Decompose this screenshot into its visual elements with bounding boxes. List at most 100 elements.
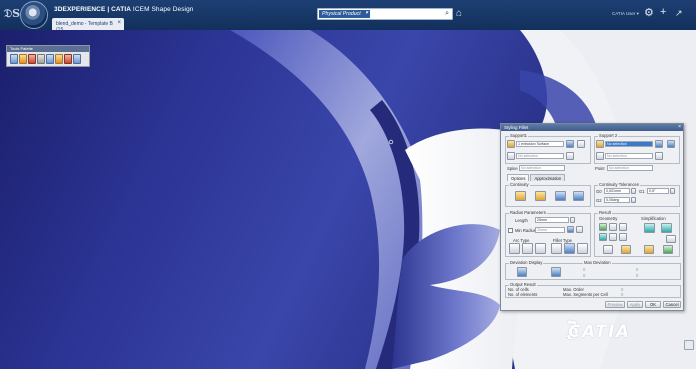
radius-parameters-label: Radius Parameters	[509, 210, 547, 215]
support2-extra-icon[interactable]	[596, 152, 604, 160]
fillet-type-constant-icon[interactable]	[564, 243, 575, 254]
support2-options-button[interactable]	[655, 140, 663, 148]
continuity-g3-icon[interactable]	[573, 191, 584, 201]
ds-logo-icon[interactable]: 𝔇S	[4, 7, 20, 21]
support1-field[interactable]: 1 extrusion Surface	[516, 141, 564, 147]
tools-palette[interactable]: Tools Palette	[6, 45, 90, 67]
ok-button[interactable]: OK	[645, 301, 661, 308]
close-tab-icon[interactable]: ×	[117, 20, 121, 26]
g1-spinner[interactable]	[670, 188, 675, 194]
compass-icon[interactable]	[20, 1, 48, 29]
g0-spinner[interactable]	[631, 188, 636, 194]
result-option-icon-3[interactable]	[644, 245, 654, 254]
result-option-icon-1[interactable]	[603, 245, 613, 254]
geometry-trim-icon[interactable]	[599, 223, 607, 231]
fillet-type-chordal-icon[interactable]	[577, 243, 588, 254]
apply-button[interactable]: Apply	[627, 301, 643, 308]
fillet-type-variable-icon[interactable]	[551, 243, 562, 254]
point-label: Point	[595, 166, 605, 171]
spine-field[interactable]: No selection	[519, 165, 565, 171]
support2-field[interactable]: No selection	[605, 141, 653, 147]
surface-tool-icon[interactable]	[55, 54, 63, 64]
geometry-keep-icon[interactable]	[619, 233, 627, 241]
min-radius-tool-icon[interactable]	[567, 226, 574, 233]
deviation-frame	[505, 263, 681, 280]
min-radius-checkbox[interactable]	[508, 228, 513, 233]
deviation-display-icon[interactable]	[517, 267, 527, 277]
search-bar[interactable]: Physical Product ▾ ⌕	[317, 8, 453, 20]
measure-tool-icon[interactable]	[37, 54, 45, 64]
support1-sub-button[interactable]	[566, 152, 574, 160]
continuity-g0-icon[interactable]	[515, 191, 526, 201]
app-title-rest: ICEM Shape Design	[131, 6, 194, 13]
close-icon[interactable]: ×	[678, 124, 681, 131]
continuity-g2-icon[interactable]	[555, 191, 566, 201]
tab-options[interactable]: Options	[507, 174, 530, 181]
tag-icon[interactable]: ⌂	[456, 8, 462, 19]
view-cube-icon[interactable]	[684, 340, 694, 350]
support1-extra-icon[interactable]	[507, 152, 515, 160]
geometry-label: Geometry	[599, 216, 618, 221]
arc-type-exact-icon[interactable]	[535, 243, 546, 254]
styling-fillet-dialog[interactable]: Styling Fillet × Support1 1 extrusion Su…	[500, 123, 684, 311]
support1-invert-button[interactable]	[577, 140, 585, 148]
length-spinner[interactable]	[570, 217, 575, 223]
catia-watermark: CATIA	[568, 322, 631, 342]
simplification-icon-2[interactable]	[661, 223, 672, 233]
simplification-option-icon[interactable]	[666, 235, 676, 243]
support2-sub-button[interactable]	[655, 152, 663, 160]
arc-type-blend-icon[interactable]	[509, 243, 520, 254]
simplification-icon-1[interactable]	[644, 223, 655, 233]
g2-spinner[interactable]	[631, 197, 636, 203]
option-tabs: Options Approximation	[507, 174, 566, 181]
support1-sub-field[interactable]: No selection	[516, 153, 564, 159]
search-icon[interactable]: ⌕	[445, 10, 449, 18]
select-tool-icon[interactable]	[10, 54, 18, 64]
continuity-label: Continuity	[509, 182, 530, 187]
support2-invert-button[interactable]	[667, 140, 675, 148]
arc-type-approx-icon[interactable]	[522, 243, 533, 254]
add-icon[interactable]: +	[660, 6, 666, 18]
geometry-split-icon[interactable]	[609, 233, 617, 241]
max-segments-label: Max. Segments per Cell	[563, 292, 608, 297]
point-field[interactable]: No selection	[607, 165, 653, 171]
continuity-g1-icon[interactable]	[535, 191, 546, 201]
top-bar: 𝔇S 3DEXPERIENCE | CATIA ICEM Shape Desig…	[0, 0, 696, 33]
geometry-join-icon[interactable]	[599, 233, 607, 241]
search-scope-chip[interactable]: Physical Product ▾	[319, 10, 370, 18]
max-deviation-g0-value: 0	[583, 267, 586, 272]
curve-tool-icon[interactable]	[64, 54, 72, 64]
support2-icon[interactable]	[596, 140, 604, 148]
app-title: 3DEXPERIENCE | CATIA ICEM Shape Design	[54, 6, 194, 13]
tab-approximation[interactable]: Approximation	[530, 174, 566, 181]
support1-icon[interactable]	[507, 140, 515, 148]
user-menu[interactable]: CATIA User ▾	[612, 11, 639, 17]
continuity-tolerances-label: Continuity Tolerances	[598, 182, 640, 187]
share-icon[interactable]: ⚙	[644, 6, 654, 19]
length-label: Length	[515, 218, 528, 223]
min-radius-field[interactable]: 20mm	[535, 227, 565, 233]
analysis-tool-icon[interactable]	[46, 54, 54, 64]
g0-label: G0	[596, 189, 602, 194]
g0-field[interactable]: 0,001mm	[604, 188, 630, 194]
tools-icon[interactable]: ↗	[675, 8, 683, 19]
view-tool-icon[interactable]	[73, 54, 81, 64]
geometry-extend-icon[interactable]	[609, 223, 617, 231]
dialog-title: Styling Fillet	[501, 124, 683, 131]
preview-button[interactable]: Preview	[605, 301, 625, 308]
document-tab[interactable]: blend_demo - Template B (15... ×	[52, 18, 124, 33]
blend-tool-icon[interactable]	[28, 54, 36, 64]
fillet-tool-icon[interactable]	[19, 54, 27, 64]
support1-options-button[interactable]	[566, 140, 574, 148]
cancel-button[interactable]: Cancel	[663, 301, 681, 308]
result-option-icon-2[interactable]	[621, 245, 631, 254]
g1-field[interactable]: 0,5°	[647, 188, 669, 194]
geometry-relimit-icon[interactable]	[619, 223, 627, 231]
deviation-toggle-icon[interactable]	[551, 267, 561, 277]
length-field[interactable]: 25mm	[535, 217, 569, 223]
g2-field[interactable]: 0,05deg	[604, 197, 630, 203]
min-radius-label: Min Radius	[515, 228, 536, 233]
result-option-icon-4[interactable]	[663, 245, 673, 254]
support2-sub-field[interactable]: No selection	[605, 153, 653, 159]
min-radius-options-icon[interactable]	[576, 226, 583, 233]
